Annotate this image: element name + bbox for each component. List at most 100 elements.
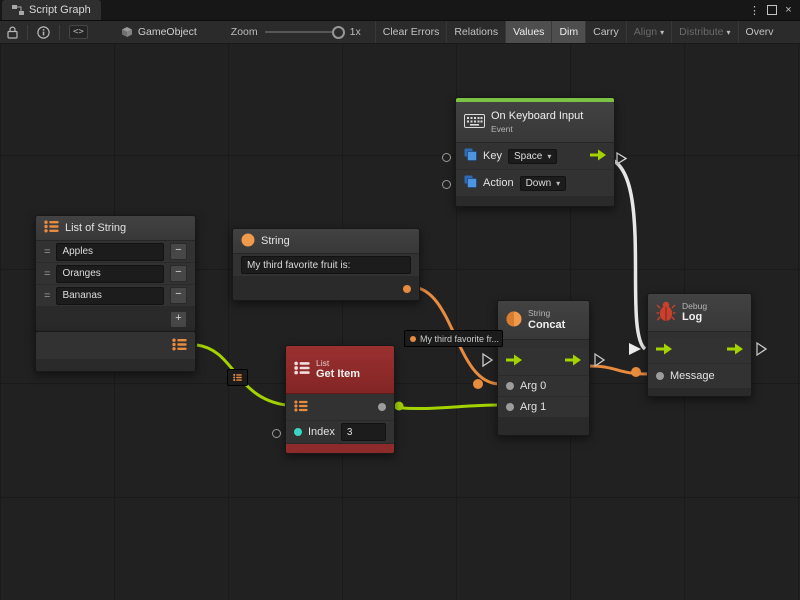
concat-category: String (528, 308, 565, 318)
list-icon (44, 220, 59, 236)
list-node-header[interactable]: List of String (36, 216, 195, 241)
index-value-input[interactable]: 3 (341, 423, 386, 441)
carry-button[interactable]: Carry (585, 21, 626, 43)
gameobject-label: GameObject (138, 26, 197, 38)
toolbar-buttons: Clear Errors Relations Values Dim Carry … (375, 21, 781, 43)
node-on-keyboard-input[interactable]: On Keyboard Input Event Key Space ▾ (455, 97, 615, 207)
action-dropdown-value: Down (526, 178, 552, 189)
string-type-icon (506, 311, 522, 330)
graph-icon (12, 5, 24, 15)
drag-handle-icon[interactable]: = (44, 290, 50, 302)
zoom-value: 1x (350, 26, 361, 38)
flow-triangle-log-right (757, 343, 766, 355)
flow-triangle-concat-left (483, 354, 492, 366)
concat-node-header[interactable]: String Concat (498, 301, 589, 340)
index-label: Index (308, 426, 335, 438)
log-title: Log (682, 311, 707, 324)
log-flow-out-port[interactable] (727, 343, 743, 358)
clear-errors-button[interactable]: Clear Errors (375, 21, 447, 43)
window-maximize-button[interactable] (764, 2, 779, 18)
concat-flow-out-port[interactable] (565, 354, 581, 369)
message-input-port[interactable] (656, 372, 664, 380)
window-close-button[interactable]: × (781, 2, 796, 18)
log-node-header[interactable]: Debug Log (648, 294, 751, 332)
concat-arg0-row: Arg 0 (498, 376, 589, 397)
log-message-row: Message (648, 364, 751, 389)
info-button[interactable] (30, 21, 57, 43)
log-flow-row (648, 338, 751, 364)
getitem-output-port[interactable] (378, 403, 386, 411)
remove-item-button[interactable]: − (170, 243, 187, 260)
concat-flow-in-port[interactable] (506, 354, 522, 369)
wire-concat-to-log[interactable] (589, 366, 648, 374)
string-output-port[interactable] (403, 285, 411, 293)
code-view-button[interactable]: <> (62, 21, 95, 43)
node-concat[interactable]: String Concat Arg 0 Arg 1 (497, 300, 590, 436)
log-flow-in-port[interactable] (656, 343, 672, 358)
toolbar-separator (59, 25, 60, 40)
keyboard-key-row: Key Space ▾ (456, 143, 614, 170)
node-debug-log[interactable]: Debug Log Message (647, 293, 752, 397)
getitem-node-header[interactable]: List Get Item (286, 346, 394, 394)
list-item-row: = Bananas − (36, 285, 195, 307)
add-item-button[interactable]: + (170, 311, 187, 328)
key-dropdown[interactable]: Space ▾ (508, 149, 557, 164)
remove-item-button[interactable]: − (170, 287, 187, 304)
flow-arrowhead-log-in (629, 343, 641, 355)
gameobject-selector[interactable]: GameObject (121, 26, 197, 38)
string-output-row (233, 277, 419, 300)
key-type-icon (464, 148, 477, 164)
string-field-row: My third favorite fruit is: (233, 254, 419, 277)
tab-script-graph[interactable]: Script Graph (2, 0, 101, 20)
wire-list-badge (227, 369, 248, 386)
list-output-port[interactable] (172, 338, 187, 354)
action-label: Action (483, 177, 514, 189)
info-icon (37, 26, 50, 39)
zoom-slider[interactable] (265, 31, 343, 33)
arg0-input-port[interactable] (506, 382, 514, 390)
distribute-dropdown[interactable]: Distribute ▾ (671, 21, 737, 43)
list-item-field-1[interactable]: Oranges (56, 265, 164, 283)
keyboard-action-row: Action Down ▾ (456, 170, 614, 197)
concat-node-footer (498, 418, 589, 435)
node-get-item[interactable]: List Get Item Index 3 (285, 345, 395, 454)
wire-getitem-to-concat[interactable] (379, 405, 498, 409)
string-node-header[interactable]: String (233, 229, 419, 254)
overview-button[interactable]: Overv (738, 21, 781, 43)
list-item-field-0[interactable]: Apples (56, 243, 164, 261)
getitem-index-row: Index 3 (286, 421, 394, 444)
lock-button[interactable] (0, 21, 25, 43)
node-list-of-string-body[interactable] (35, 331, 196, 372)
getitem-list-input-port[interactable] (294, 400, 308, 415)
remove-item-button[interactable]: − (170, 265, 187, 282)
key-dropdown-value: Space (514, 151, 542, 162)
window-menu-button[interactable]: ⋮ (747, 2, 762, 18)
list-item-field-2[interactable]: Bananas (56, 287, 164, 305)
log-category: Debug (682, 301, 707, 311)
list-icon (233, 372, 242, 383)
string-type-icon (241, 233, 255, 250)
window-controls: ⋮ × (747, 2, 800, 18)
keyboard-node-header[interactable]: On Keyboard Input Event (456, 102, 614, 143)
drag-handle-icon[interactable]: = (44, 268, 50, 280)
drag-handle-icon[interactable]: = (44, 246, 50, 258)
string-value-input[interactable]: My third favorite fruit is: (241, 256, 411, 274)
maximize-icon (767, 5, 777, 15)
relations-button[interactable]: Relations (446, 21, 505, 43)
dim-toggle[interactable]: Dim (551, 21, 585, 43)
index-input-port[interactable] (294, 428, 302, 436)
node-list-of-string[interactable]: List of String = Apples − = Oranges − = … (35, 215, 196, 332)
zoom-slider-thumb[interactable] (332, 26, 345, 39)
values-toggle[interactable]: Values (505, 21, 551, 43)
align-dropdown[interactable]: Align ▾ (626, 21, 671, 43)
action-port-external[interactable] (442, 180, 451, 189)
getitem-title: Get Item (316, 368, 360, 381)
key-port-external[interactable] (442, 153, 451, 162)
graph-canvas[interactable]: List of String = Apples − = Oranges − = … (0, 0, 800, 600)
action-dropdown[interactable]: Down ▾ (520, 176, 567, 191)
list-add-row: + (36, 307, 195, 331)
keyboard-flow-out-port[interactable] (590, 149, 606, 164)
index-port-external[interactable] (272, 429, 281, 438)
arg1-input-port[interactable] (506, 403, 514, 411)
node-string-literal[interactable]: String My third favorite fruit is: (232, 228, 420, 301)
